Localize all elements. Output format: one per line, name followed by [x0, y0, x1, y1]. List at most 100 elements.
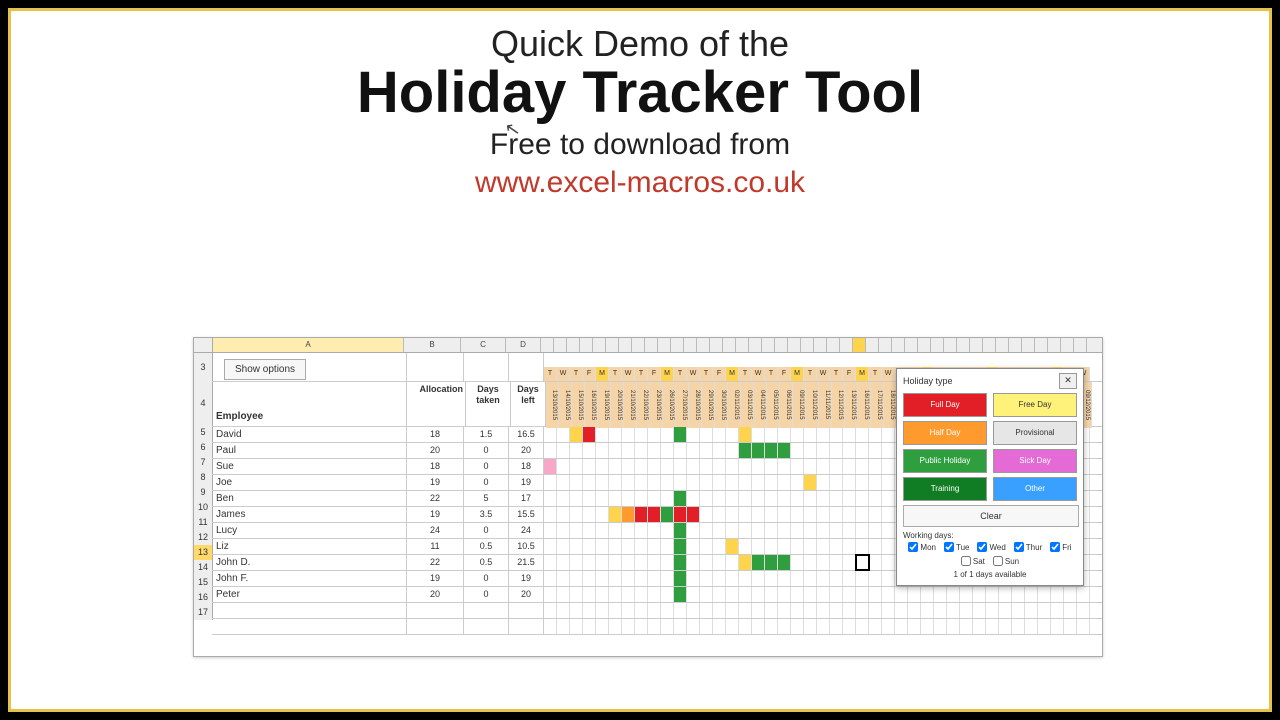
calendar-cell[interactable]: [687, 523, 700, 538]
calendar-cell[interactable]: [596, 603, 609, 618]
calendar-cell[interactable]: [882, 539, 895, 554]
calendar-cell[interactable]: [830, 587, 843, 602]
col-header-cal[interactable]: [1022, 338, 1035, 352]
calendar-cell[interactable]: [1077, 587, 1090, 602]
calendar-cell[interactable]: [986, 603, 999, 618]
col-header-cal[interactable]: [736, 338, 749, 352]
cell-days-left[interactable]: 15.5: [509, 507, 544, 522]
calendar-cell[interactable]: [791, 427, 804, 442]
calendar-cell[interactable]: [635, 587, 648, 602]
calendar-cell[interactable]: [635, 507, 648, 522]
calendar-cell[interactable]: [609, 427, 622, 442]
calendar-cell[interactable]: [1064, 587, 1077, 602]
calendar-cell[interactable]: [557, 587, 570, 602]
calendar-cell[interactable]: [583, 587, 596, 602]
calendar-cell[interactable]: [570, 539, 583, 554]
calendar-cell[interactable]: [752, 587, 765, 602]
calendar-cell[interactable]: [791, 555, 804, 570]
calendar-cell[interactable]: [765, 491, 778, 506]
calendar-cell[interactable]: [674, 475, 687, 490]
employee-name[interactable]: Ben: [212, 491, 407, 506]
calendar-cell[interactable]: [557, 491, 570, 506]
calendar-cell[interactable]: [700, 619, 713, 634]
calendar-cell[interactable]: [778, 475, 791, 490]
calendar-cell[interactable]: [843, 427, 856, 442]
calendar-cell[interactable]: [1012, 619, 1025, 634]
calendar-cell[interactable]: [570, 603, 583, 618]
col-header-A[interactable]: A: [213, 338, 404, 352]
checkbox-mon[interactable]: [908, 542, 918, 552]
calendar-cell[interactable]: [726, 555, 739, 570]
calendar-cell[interactable]: [791, 491, 804, 506]
calendar-cell[interactable]: [856, 571, 869, 586]
calendar-cell[interactable]: [648, 587, 661, 602]
calendar-cell[interactable]: [778, 619, 791, 634]
calendar-cell[interactable]: [713, 619, 726, 634]
col-header-cal[interactable]: [853, 338, 866, 352]
col-header-B[interactable]: B: [404, 338, 461, 352]
calendar-cell[interactable]: [869, 603, 882, 618]
calendar-cell[interactable]: [648, 539, 661, 554]
calendar-cell[interactable]: [713, 475, 726, 490]
calendar-cell[interactable]: [791, 475, 804, 490]
calendar-cell[interactable]: [791, 539, 804, 554]
calendar-cell[interactable]: [752, 571, 765, 586]
calendar-cell[interactable]: [557, 571, 570, 586]
calendar-cell[interactable]: [843, 603, 856, 618]
calendar-cell[interactable]: [570, 443, 583, 458]
calendar-cell[interactable]: [713, 539, 726, 554]
col-header-cal[interactable]: [697, 338, 710, 352]
calendar-cell[interactable]: [1064, 603, 1077, 618]
calendar-cell[interactable]: [648, 571, 661, 586]
calendar-cell[interactable]: [791, 619, 804, 634]
calendar-cell[interactable]: [856, 491, 869, 506]
calendar-cell[interactable]: [713, 491, 726, 506]
calendar-cell[interactable]: [1038, 619, 1051, 634]
btn-other[interactable]: Other: [993, 477, 1077, 501]
working-day-fri[interactable]: Fri: [1050, 542, 1071, 552]
calendar-cell[interactable]: [557, 555, 570, 570]
cell-days-taken[interactable]: 0: [464, 523, 509, 538]
calendar-cell[interactable]: [882, 523, 895, 538]
row-header[interactable]: 10: [194, 500, 213, 515]
working-day-sun[interactable]: Sun: [993, 556, 1019, 566]
calendar-cell[interactable]: [973, 603, 986, 618]
checkbox-fri[interactable]: [1050, 542, 1060, 552]
cell-days-taken[interactable]: 0: [464, 587, 509, 602]
calendar-cell[interactable]: [986, 587, 999, 602]
calendar-cell[interactable]: [687, 427, 700, 442]
calendar-cell[interactable]: [661, 427, 674, 442]
calendar-cell[interactable]: [1051, 603, 1064, 618]
calendar-cell[interactable]: [700, 443, 713, 458]
calendar-cell[interactable]: [856, 459, 869, 474]
cell-days-left[interactable]: 21.5: [509, 555, 544, 570]
calendar-cell[interactable]: [661, 571, 674, 586]
calendar-cell[interactable]: [895, 587, 908, 602]
calendar-cell[interactable]: [570, 587, 583, 602]
calendar-cell[interactable]: [635, 571, 648, 586]
calendar-cell[interactable]: [674, 587, 687, 602]
employee-name[interactable]: James: [212, 507, 407, 522]
calendar-cell[interactable]: [856, 507, 869, 522]
calendar-cell[interactable]: [674, 459, 687, 474]
btn-public-holiday[interactable]: Public Holiday: [903, 449, 987, 473]
calendar-cell[interactable]: [544, 555, 557, 570]
calendar-cell[interactable]: [661, 603, 674, 618]
calendar-cell[interactable]: [661, 539, 674, 554]
calendar-cell[interactable]: [765, 507, 778, 522]
calendar-cell[interactable]: [700, 427, 713, 442]
calendar-cell[interactable]: [882, 491, 895, 506]
calendar-cell[interactable]: [882, 619, 895, 634]
calendar-cell[interactable]: [778, 539, 791, 554]
calendar-cell[interactable]: [622, 507, 635, 522]
btn-training[interactable]: Training: [903, 477, 987, 501]
calendar-cell[interactable]: [791, 507, 804, 522]
calendar-cell[interactable]: [700, 587, 713, 602]
col-header-cal[interactable]: [762, 338, 775, 352]
calendar-cell[interactable]: [869, 475, 882, 490]
cell-allocation[interactable]: 22: [407, 555, 464, 570]
calendar-cell[interactable]: [687, 539, 700, 554]
calendar-cell[interactable]: [544, 523, 557, 538]
calendar-cell[interactable]: [778, 507, 791, 522]
calendar-cell[interactable]: [557, 539, 570, 554]
